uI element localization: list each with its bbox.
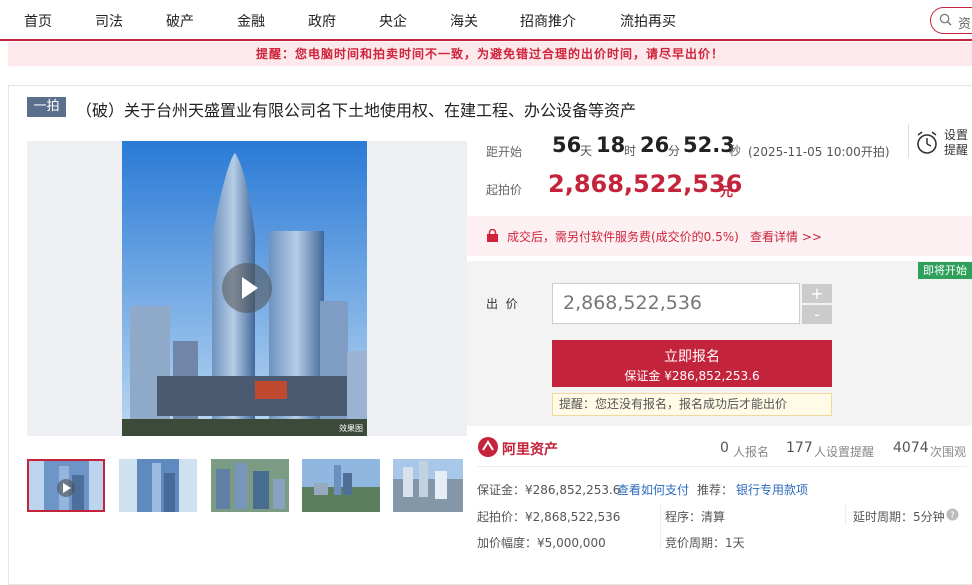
thumbnail-4[interactable]	[302, 459, 380, 512]
countdown-hours-unit: 时	[624, 144, 637, 158]
delay-period-info: 延时周期：5分钟	[853, 510, 945, 524]
reminder-count: 177	[786, 440, 813, 456]
countdown-days-unit: 天	[580, 144, 593, 158]
start-time: (2025-11-05 10:00开拍)	[748, 145, 890, 159]
deposit-info: 保证金：¥286,852,253.6	[477, 483, 621, 497]
divider	[845, 503, 846, 525]
lock-icon	[487, 229, 498, 242]
register-button[interactable]: 立即报名 保证金 ¥286,852,253.6	[552, 340, 832, 387]
thumbnail-2[interactable]	[119, 459, 197, 512]
nav-judicial[interactable]: 司法	[95, 11, 123, 31]
decrease-bid-button[interactable]: -	[802, 305, 832, 324]
nav-government[interactable]: 政府	[308, 11, 336, 31]
nav-soe[interactable]: 央企	[379, 11, 407, 31]
image-watermark: 效果图	[339, 423, 363, 433]
start-price-unit: 元	[720, 185, 734, 200]
increase-bid-button[interactable]: +	[802, 284, 832, 303]
divider	[477, 466, 967, 467]
procedure-info: 程序：清算	[665, 510, 726, 524]
countdown-seconds: 52.3	[683, 133, 735, 157]
ali-assets-logo-icon	[478, 437, 498, 457]
thumbnail-image	[119, 459, 197, 512]
top-nav: 首页 司法 破产 金融 政府 央企 海关 招商推介 流拍再买 资	[0, 0, 972, 41]
countdown-seconds-unit: 秒	[729, 144, 742, 158]
how-to-pay-link[interactable]: 查看如何支付	[617, 481, 689, 498]
bid-label: 出 价	[486, 297, 518, 311]
view-count: 4074	[893, 440, 929, 456]
signup-count-label: 人报名	[733, 445, 770, 459]
thumbnail-image	[302, 459, 380, 512]
bid-period-info: 竞价周期：1天	[665, 536, 745, 550]
service-fee-notice: 成交后，需另付软件服务费(成交价的0.5%) 查看详情 >>	[467, 216, 972, 256]
countdown-hours: 18	[596, 133, 626, 157]
register-label: 立即报名	[664, 349, 720, 365]
countdown-days: 56	[552, 133, 582, 157]
countdown-minutes: 26	[640, 133, 670, 157]
nav-reauction[interactable]: 流拍再买	[620, 11, 676, 31]
search-icon	[939, 13, 952, 26]
countdown-label: 距开始	[486, 145, 523, 159]
thumbnail-1[interactable]	[27, 459, 105, 512]
thumbnail-3[interactable]	[211, 459, 289, 512]
set-reminder-button[interactable]: 设置 提醒	[908, 124, 968, 158]
auction-round-badge: 一拍	[27, 97, 66, 117]
signup-count: 0	[720, 440, 729, 456]
increment-info: 加价幅度：¥5,000,000	[477, 536, 606, 550]
search-input[interactable]: 资	[930, 7, 972, 34]
signup-tip: 提醒：您还没有报名，报名成功后才能出价	[552, 393, 832, 416]
start-price-info: 起拍价：¥2,868,522,536	[477, 510, 621, 524]
bid-amount-input[interactable]: 2,868,522,536	[552, 283, 800, 324]
thumbnail-image	[393, 459, 463, 512]
nav-investment[interactable]: 招商推介	[520, 11, 576, 31]
reminder-label-2: 提醒	[944, 143, 969, 157]
thumbnail-5[interactable]	[393, 459, 463, 512]
nav-home[interactable]: 首页	[24, 11, 52, 31]
help-icon[interactable]: ?	[946, 508, 959, 521]
register-deposit: 保证金 ¥286,852,253.6	[624, 369, 760, 383]
status-badge: 即将开始	[918, 262, 972, 279]
auction-title: （破）关于台州天盛置业有限公司名下土地使用权、在建工程、办公设备等资产	[76, 101, 637, 120]
start-price-value: 2,868,522,536	[548, 170, 743, 198]
countdown-minutes-unit: 分	[668, 144, 681, 158]
nav-finance[interactable]: 金融	[237, 11, 265, 31]
reminder-count-label: 人设置提醒	[814, 445, 875, 459]
view-count-label: 次围观	[930, 445, 967, 459]
alarm-clock-icon	[917, 131, 937, 154]
platform-name: 阿里资产	[502, 442, 558, 458]
recommend-label: 推荐：	[697, 483, 734, 497]
view-details-link[interactable]: 查看详情 >>	[750, 228, 822, 245]
divider	[660, 503, 661, 549]
search-text: 资	[958, 17, 972, 32]
nav-customs[interactable]: 海关	[450, 11, 478, 31]
start-price-label: 起拍价	[486, 183, 523, 197]
thumbnail-image	[29, 461, 103, 510]
video-play-button[interactable]	[222, 263, 272, 313]
bank-account-link[interactable]: 银行专用款项	[736, 481, 808, 498]
play-icon	[242, 277, 258, 299]
service-fee-text: 成交后，需另付软件服务费(成交价的0.5%)	[507, 230, 739, 244]
svg-text:?: ?	[950, 511, 955, 521]
nav-bankruptcy[interactable]: 破产	[166, 11, 194, 31]
thumbnail-image	[211, 459, 289, 512]
time-mismatch-notice: 提醒：您电脑时间和拍卖时间不一致，为避免错过合理的出价时间，请尽早出价！	[8, 42, 972, 66]
